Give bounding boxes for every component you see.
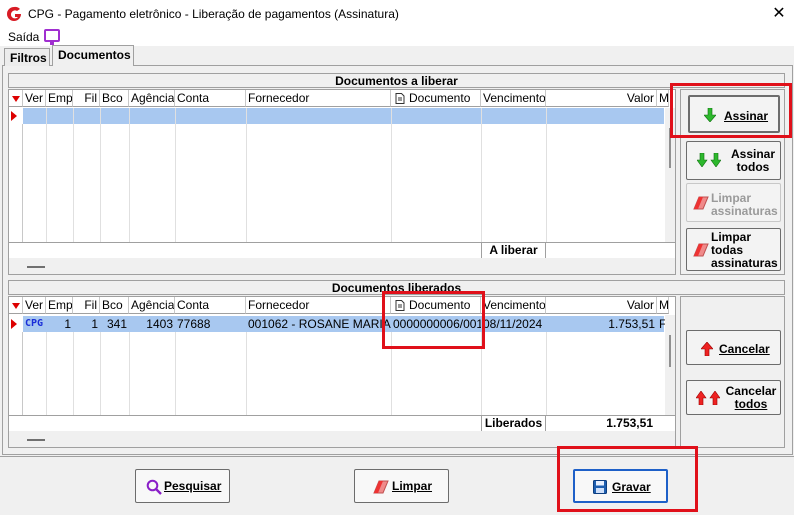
- double-arrow-down-green-icon: [697, 153, 721, 167]
- menu-item-saida[interactable]: Saída: [8, 30, 39, 44]
- limpar-assinaturas-button[interactable]: Limpar assinaturas: [686, 183, 781, 222]
- double-arrow-up-red-icon: [696, 391, 720, 405]
- horizontal-scrollbar[interactable]: [9, 431, 675, 447]
- a-liberar-total-value: [546, 242, 657, 258]
- cancelar-todos-label-2: todos: [734, 397, 768, 411]
- column-header-agencia[interactable]: Agência: [129, 297, 175, 314]
- search-icon: [146, 479, 162, 495]
- column-header-conta[interactable]: Conta: [175, 90, 246, 107]
- cell-conta[interactable]: 77688: [175, 316, 246, 332]
- column-header-bco[interactable]: Bco: [100, 297, 129, 314]
- a-liberar-total-label: A liberar: [481, 242, 546, 258]
- cell-bco[interactable]: 341: [100, 316, 129, 332]
- eraser-icon: [693, 196, 709, 210]
- cell-vencimento[interactable]: 08/11/2024: [481, 316, 546, 332]
- menu-bar: [0, 28, 794, 46]
- eraser-icon: [373, 480, 389, 494]
- eraser-icon: [693, 243, 709, 257]
- limpar-assinaturas-label-2: assinaturas: [711, 204, 778, 218]
- cell-fil[interactable]: 1: [73, 316, 100, 332]
- column-header-vencimento[interactable]: Vencimento: [481, 297, 546, 314]
- cell-emp[interactable]: 1: [46, 316, 73, 332]
- limpar-todas-assinaturas-button[interactable]: Limpar todas assinaturas: [686, 228, 781, 271]
- row-pointer-icon: [11, 319, 17, 329]
- indicator-column: [9, 332, 23, 415]
- assinar-todos-label-2: todos: [736, 160, 770, 174]
- limpar-button[interactable]: Limpar: [354, 469, 449, 503]
- column-header-valor[interactable]: Valor: [546, 90, 657, 107]
- table-row-selected[interactable]: [23, 108, 664, 124]
- column-header-emp[interactable]: Emp: [46, 90, 73, 107]
- column-header-fornecedor[interactable]: Fornecedor: [246, 297, 391, 314]
- indicator-column: [9, 124, 23, 242]
- side-button-panel-bottom: [680, 296, 785, 448]
- close-button[interactable]: ✕: [768, 3, 790, 25]
- grid-a-liberar[interactable]: Ver Emp Fil Bco Agência Conta Fornecedor…: [8, 89, 676, 275]
- column-header-documento-label: Documento: [409, 91, 471, 105]
- cell-valor[interactable]: 1.753,51: [546, 316, 657, 332]
- document-icon: [395, 93, 405, 104]
- app-logo-icon: [7, 6, 21, 21]
- header-indicator[interactable]: [9, 90, 23, 107]
- sort-down-icon: [12, 303, 20, 309]
- limpar-todas-label-3: assinaturas: [711, 256, 778, 270]
- scrollbar-thumb[interactable]: [27, 439, 45, 441]
- column-header-m[interactable]: M: [657, 297, 669, 314]
- arrow-up-red-icon: [701, 342, 713, 356]
- scrollbar-thumb[interactable]: [27, 266, 45, 268]
- grid-liberados[interactable]: Ver Emp Fil Bco Agência Conta Fornecedor…: [8, 296, 676, 448]
- scrollbar-thumb[interactable]: [669, 335, 671, 367]
- column-header-fil[interactable]: Fil: [73, 90, 100, 107]
- column-header-conta[interactable]: Conta: [175, 297, 246, 314]
- cancelar-button[interactable]: Cancelar: [686, 330, 781, 365]
- column-header-vencimento[interactable]: Vencimento: [481, 90, 546, 107]
- horizontal-scrollbar[interactable]: [9, 258, 675, 274]
- window-title: CPG - Pagamento eletrônico - Liberação d…: [28, 7, 399, 21]
- cell-agencia[interactable]: 1403: [129, 316, 175, 332]
- limpar-label: Limpar: [392, 479, 433, 493]
- column-header-fil[interactable]: Fil: [73, 297, 100, 314]
- highlight-box-assinar: [670, 83, 792, 138]
- column-header-ver[interactable]: Ver: [23, 90, 46, 107]
- column-header-documento[interactable]: Documento: [391, 90, 481, 107]
- column-header-agencia[interactable]: Agência: [129, 90, 175, 107]
- liberados-total-label: Liberados: [481, 415, 546, 431]
- cancelar-todos-button[interactable]: Cancelar todos: [686, 380, 781, 415]
- vertical-scrollbar[interactable]: [665, 315, 675, 415]
- monitor-icon[interactable]: [44, 29, 60, 45]
- pesquisar-label: Pesquisar: [164, 479, 222, 493]
- column-header-fornecedor[interactable]: Fornecedor: [246, 90, 391, 107]
- column-header-emp[interactable]: Emp: [46, 297, 73, 314]
- header-indicator[interactable]: [9, 297, 23, 314]
- liberados-total-value: 1.753,51: [606, 416, 653, 430]
- pesquisar-button[interactable]: Pesquisar: [135, 469, 230, 503]
- cell-fornecedor[interactable]: 001062 - ROSANE MARIA ...: [246, 316, 391, 332]
- column-header-m[interactable]: M: [657, 90, 669, 107]
- column-header-valor[interactable]: Valor: [546, 297, 657, 314]
- row-pointer-icon: [11, 111, 17, 121]
- sort-down-icon: [12, 96, 20, 102]
- tab-documentos[interactable]: Documentos: [52, 45, 134, 66]
- column-header-ver[interactable]: Ver: [23, 297, 46, 314]
- section-title-a-liberar: Documentos a liberar: [8, 73, 785, 88]
- cell-ver[interactable]: CPG: [23, 316, 46, 332]
- cancelar-label: Cancelar: [719, 342, 770, 356]
- tab-filtros[interactable]: Filtros: [4, 48, 50, 66]
- assinar-todos-button[interactable]: Assinar todos: [686, 141, 781, 180]
- highlight-box-gravar: [557, 446, 698, 512]
- column-header-bco[interactable]: Bco: [100, 90, 129, 107]
- highlight-box-documento: [382, 291, 485, 349]
